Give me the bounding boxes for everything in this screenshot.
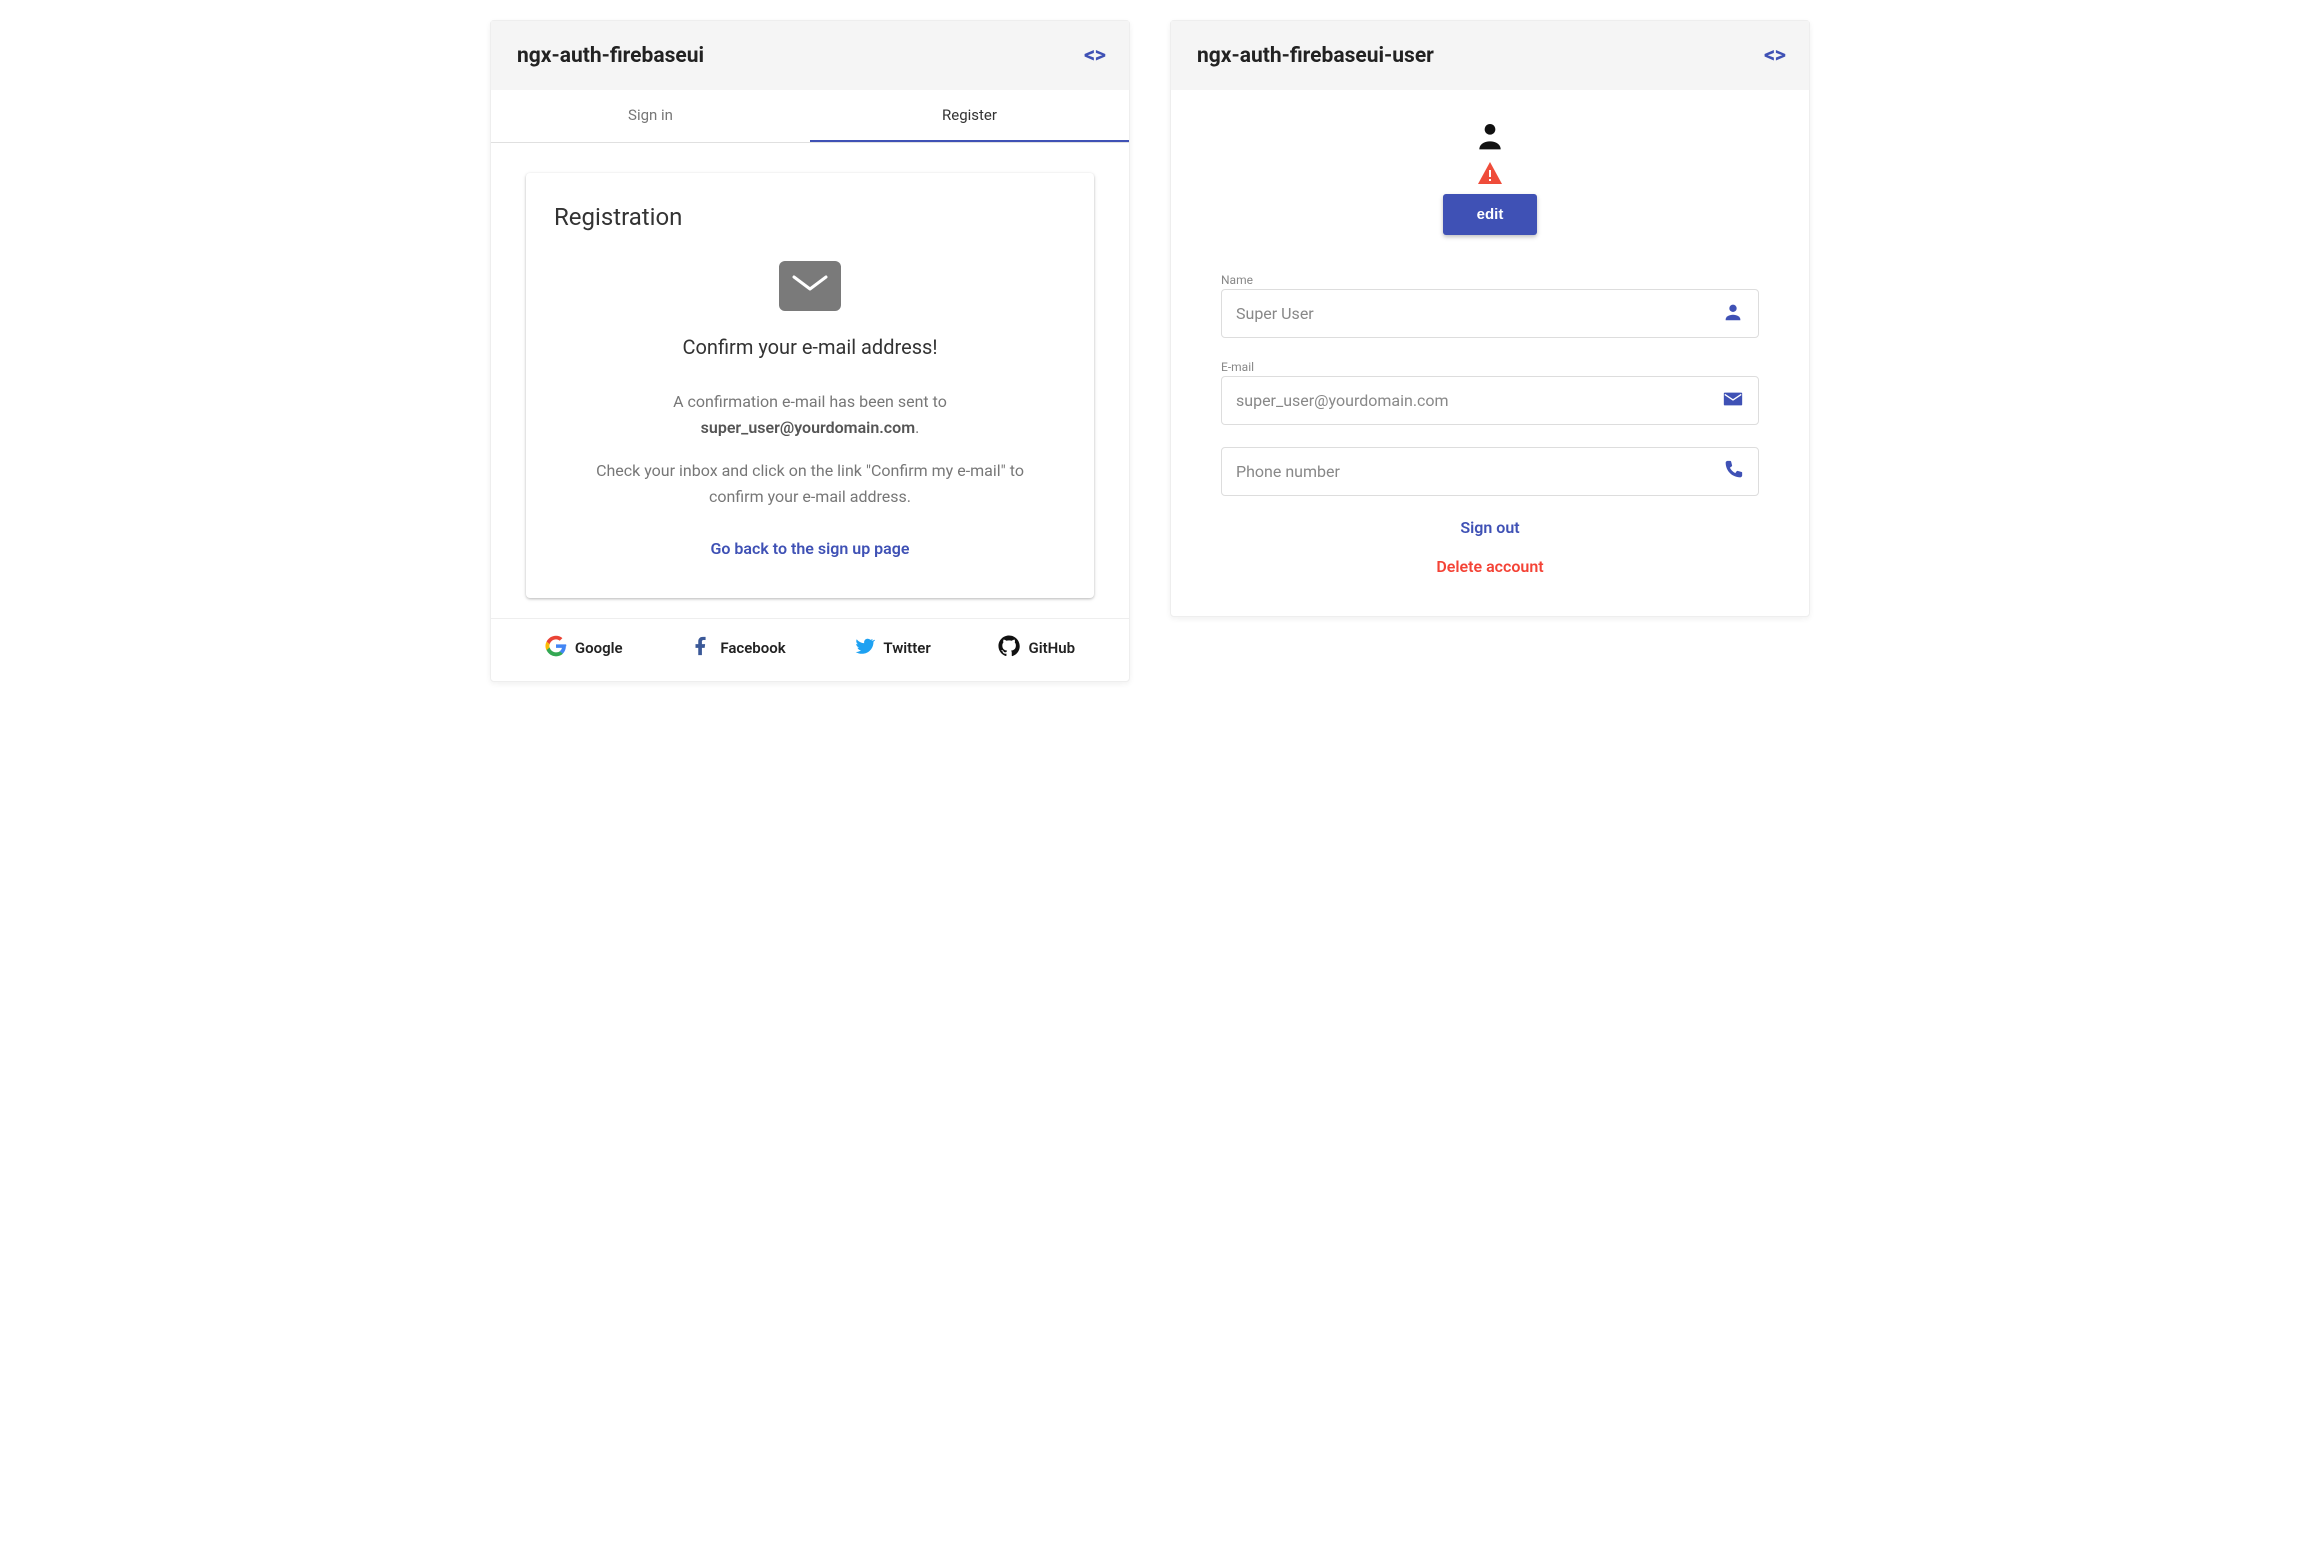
edit-button[interactable]: edit xyxy=(1443,194,1538,235)
back-to-signup-link[interactable]: Go back to the sign up page xyxy=(554,539,1066,558)
code-icon[interactable]: < > xyxy=(1084,43,1103,68)
period: . xyxy=(915,418,919,437)
google-login-button[interactable]: Google xyxy=(545,635,623,661)
name-value: Super User xyxy=(1236,304,1314,323)
mail-icon xyxy=(1722,388,1744,414)
github-login-button[interactable]: GitHub xyxy=(998,635,1075,661)
email-label: E-mail xyxy=(1221,360,1759,374)
user-panel-title: ngx-auth-firebaseui-user xyxy=(1197,44,1434,68)
google-label: Google xyxy=(575,639,623,657)
confirm-title: Confirm your e-mail address! xyxy=(554,335,1066,359)
twitter-login-button[interactable]: Twitter xyxy=(853,635,930,661)
delete-account-link[interactable]: Delete account xyxy=(1221,557,1759,576)
social-row: Google Facebook Twitter GitHub xyxy=(491,618,1129,671)
email-field-group: E-mail super_user@yourdomain.com xyxy=(1221,360,1759,425)
avatar-block: edit xyxy=(1221,120,1759,255)
person-icon xyxy=(1722,301,1744,327)
phone-icon xyxy=(1722,459,1744,485)
confirm-sent-prefix: A confirmation e-mail has been sent to xyxy=(673,392,947,411)
twitter-icon xyxy=(853,635,875,661)
auth-panel-title: ngx-auth-firebaseui xyxy=(517,44,704,68)
confirm-email: super_user@yourdomain.com xyxy=(701,418,915,437)
name-field[interactable]: Super User xyxy=(1221,289,1759,338)
auth-tabs: Sign in Register xyxy=(491,90,1129,143)
name-label: Name xyxy=(1221,273,1759,287)
user-card: edit Name Super User E-mail super_user@y… xyxy=(1171,90,1809,606)
google-icon xyxy=(545,635,567,661)
user-panel-header: ngx-auth-firebaseui-user < > xyxy=(1171,21,1809,90)
twitter-label: Twitter xyxy=(883,639,930,657)
tab-signin[interactable]: Sign in xyxy=(491,90,810,142)
facebook-label: Facebook xyxy=(720,639,785,657)
email-field[interactable]: super_user@yourdomain.com xyxy=(1221,376,1759,425)
auth-panel-header: ngx-auth-firebaseui < > xyxy=(491,21,1129,90)
github-icon xyxy=(998,635,1020,661)
confirm-sent-text: A confirmation e-mail has been sent to s… xyxy=(554,389,1066,440)
signout-link[interactable]: Sign out xyxy=(1221,518,1759,537)
facebook-icon xyxy=(690,635,712,661)
phone-placeholder: Phone number xyxy=(1236,462,1340,481)
registration-card: Registration Confirm your e-mail address… xyxy=(526,173,1094,598)
facebook-login-button[interactable]: Facebook xyxy=(690,635,785,661)
github-label: GitHub xyxy=(1028,639,1075,657)
code-icon[interactable]: < > xyxy=(1764,43,1783,68)
name-field-group: Name Super User xyxy=(1221,273,1759,338)
warning-icon xyxy=(1478,162,1502,188)
phone-field-group: Phone number xyxy=(1221,447,1759,496)
person-icon xyxy=(1474,120,1506,156)
user-panel: ngx-auth-firebaseui-user < > edit Name S… xyxy=(1170,20,1810,617)
phone-field[interactable]: Phone number xyxy=(1221,447,1759,496)
auth-panel: ngx-auth-firebaseui < > Sign in Register… xyxy=(490,20,1130,682)
confirm-instructions: Check your inbox and click on the link "… xyxy=(554,458,1066,509)
mail-icon xyxy=(779,261,841,311)
tab-register[interactable]: Register xyxy=(810,90,1129,142)
email-value: super_user@yourdomain.com xyxy=(1236,391,1449,410)
registration-heading: Registration xyxy=(554,203,1066,231)
